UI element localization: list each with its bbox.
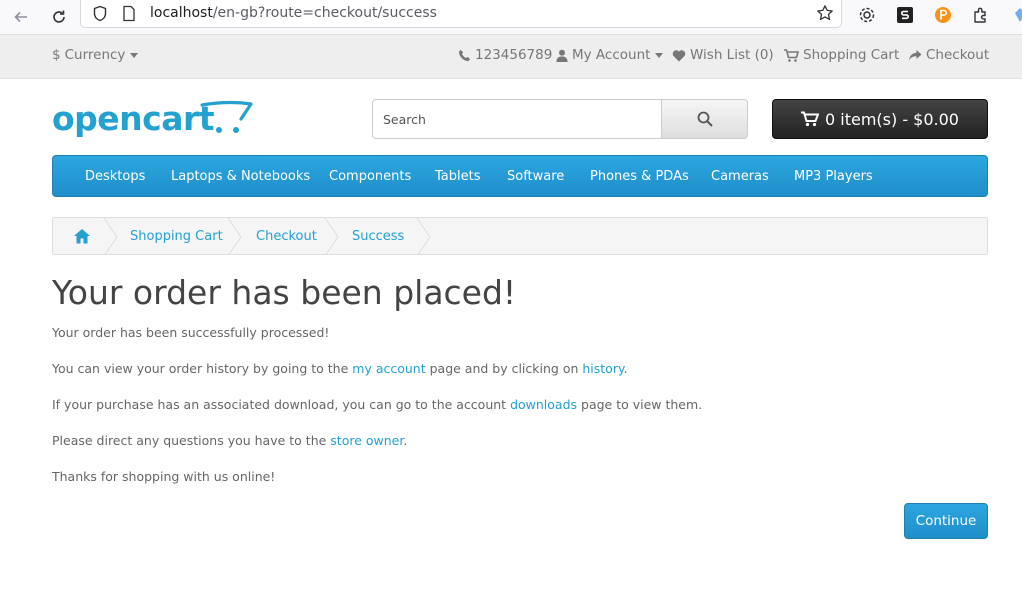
wish-list-link[interactable]: Wish List (0) <box>672 47 774 63</box>
extension-s-button[interactable] <box>893 3 917 27</box>
downloads-link[interactable]: downloads <box>510 397 577 412</box>
address-bar[interactable]: localhost/en-gb?route=checkout/success <box>80 0 842 28</box>
heart-icon <box>672 49 686 61</box>
menu-item-laptops-notebooks[interactable]: Laptops & Notebooks <box>171 169 310 184</box>
caret-down-icon <box>655 52 664 58</box>
menu-item-mp3-players[interactable]: MP3 Players <box>794 169 873 184</box>
logo-text: opencart <box>52 99 215 138</box>
menu-item-desktops[interactable]: Desktops <box>85 169 145 184</box>
downloads-text-2: page to view them. <box>577 397 703 412</box>
category-menu: Desktops Laptops & Notebooks Components … <box>52 155 988 197</box>
shopping-cart-label: Shopping Cart <box>803 47 900 63</box>
menu-item-cameras[interactable]: Cameras <box>711 169 769 184</box>
my-account-dropdown[interactable]: My Account <box>556 47 664 63</box>
cart-icon <box>784 48 799 62</box>
store-owner-link[interactable]: store owner <box>330 433 403 448</box>
menu-item-software[interactable]: Software <box>507 169 564 184</box>
search-icon <box>697 111 713 127</box>
breadcrumb-separator <box>416 218 431 254</box>
breadcrumb-separator <box>227 218 242 254</box>
search-button[interactable] <box>661 99 748 139</box>
order-history-paragraph: You can view your order history by going… <box>52 361 628 376</box>
order-history-text-1: You can view your order history by going… <box>52 361 353 376</box>
reload-button[interactable] <box>46 4 72 30</box>
order-history-text-3: . <box>623 361 628 376</box>
browser-toolbar: localhost/en-gb?route=checkout/success <box>0 0 1022 35</box>
phone-number: 123456789 <box>475 47 553 63</box>
success-message: Your order has been successfully process… <box>52 325 330 340</box>
phone-icon <box>458 49 471 61</box>
page-icon <box>123 5 135 22</box>
opencart-logo: opencart <box>52 99 253 138</box>
star-icon[interactable] <box>816 4 834 22</box>
reload-icon <box>53 10 65 23</box>
cart-button-label: 0 item(s) - $0.00 <box>825 109 959 129</box>
puzzle-icon <box>974 7 986 23</box>
menu-item-tablets[interactable]: Tablets <box>435 169 481 184</box>
continue-button[interactable]: Continue <box>904 503 988 539</box>
caret-down-icon <box>130 52 139 58</box>
user-icon <box>556 49 568 62</box>
url-path: /en-gb?route=checkout/success <box>212 5 437 21</box>
my-account-label: My Account <box>572 47 651 63</box>
back-icon <box>14 11 27 23</box>
search-input[interactable] <box>372 99 662 139</box>
currency-dropdown[interactable]: $ Currency <box>52 47 139 63</box>
dollar-icon: $ <box>52 47 61 63</box>
menu-item-components[interactable]: Components <box>329 169 411 184</box>
history-link[interactable]: history <box>582 361 623 376</box>
downloads-text-1: If your purchase has an associated downl… <box>52 397 511 412</box>
url-host: localhost <box>150 5 213 21</box>
breadcrumb-checkout[interactable]: Checkout <box>256 229 317 244</box>
extension-p-button[interactable] <box>931 3 955 27</box>
gear-icon <box>859 7 875 23</box>
page-title: Your order has been placed! <box>52 273 517 312</box>
questions-text-1: Please direct any questions you have to … <box>52 433 331 448</box>
home-icon[interactable] <box>73 228 91 244</box>
extension-s-icon <box>897 7 913 23</box>
thanks-message: Thanks for shopping with us online! <box>52 469 276 484</box>
browser-menu-partial[interactable] <box>1008 3 1022 27</box>
phone-link[interactable]: 123456789 <box>458 47 552 63</box>
checkout-label: Checkout <box>926 47 990 63</box>
store-logo[interactable]: opencart <box>52 99 254 143</box>
gem-icon <box>1015 8 1022 22</box>
breadcrumb-separator <box>103 218 118 254</box>
my-account-link[interactable]: my account <box>352 361 425 376</box>
breadcrumb-shopping-cart[interactable]: Shopping Cart <box>130 229 223 244</box>
wish-list-label: Wish List (0) <box>690 47 774 63</box>
shield-icon <box>93 5 107 22</box>
checkout-link[interactable]: Checkout <box>908 47 989 63</box>
order-history-text-2: page and by clicking on <box>425 361 583 376</box>
questions-text-2: . <box>403 433 408 448</box>
breadcrumb-separator <box>324 218 339 254</box>
cart-button[interactable]: 0 item(s) - $0.00 <box>772 99 988 139</box>
downloads-paragraph: If your purchase has an associated downl… <box>52 397 702 412</box>
extensions-button[interactable] <box>969 3 993 27</box>
breadcrumb: Shopping Cart Checkout Success <box>52 217 988 255</box>
currency-label: Currency <box>64 47 126 63</box>
extension-p-icon <box>935 7 951 23</box>
cart-icon <box>801 111 819 127</box>
shopping-cart-link[interactable]: Shopping Cart <box>784 47 899 63</box>
settings-button[interactable] <box>855 3 879 27</box>
back-button[interactable] <box>8 4 34 30</box>
url-text: localhost/en-gb?route=checkout/success <box>150 5 437 21</box>
questions-paragraph: Please direct any questions you have to … <box>52 433 407 448</box>
breadcrumb-success[interactable]: Success <box>352 229 404 244</box>
share-icon <box>909 49 922 60</box>
top-bar: $ Currency 123456789 My Account Wish Lis… <box>0 35 1022 79</box>
menu-item-phones-pdas[interactable]: Phones & PDAs <box>590 169 689 184</box>
